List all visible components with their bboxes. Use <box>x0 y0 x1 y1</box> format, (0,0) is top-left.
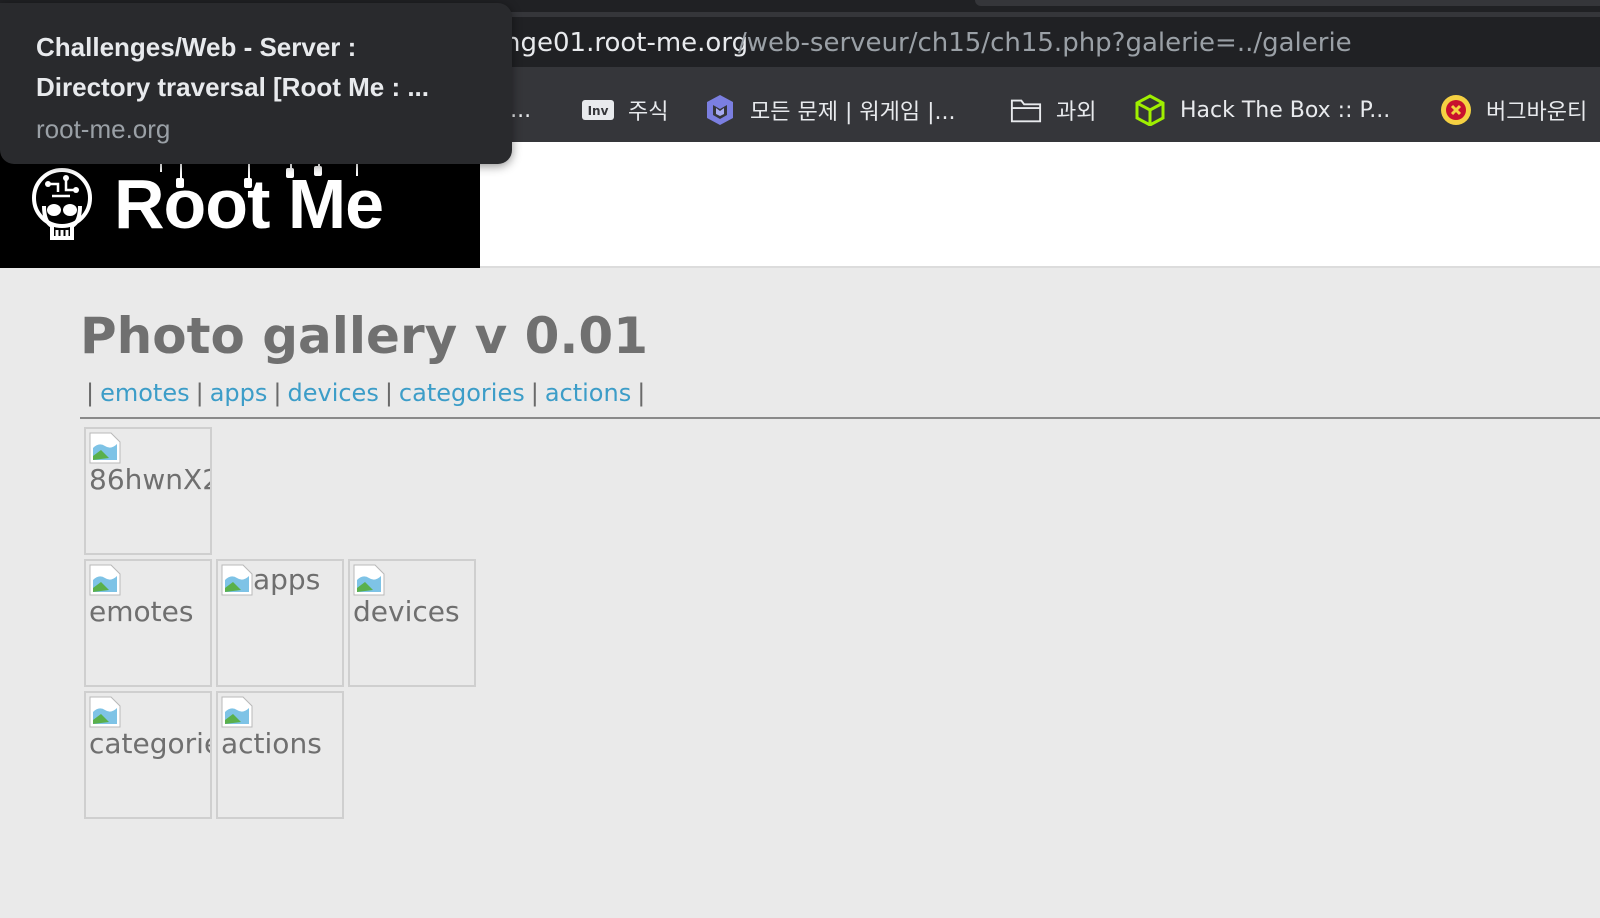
tooltip-host: root-me.org <box>36 114 171 144</box>
bookmark-label: 버그바운티 <box>1486 100 1588 125</box>
url-host: nge01.root-me.org <box>504 28 749 58</box>
page-title: Photo gallery v 0.01 <box>80 307 648 365</box>
wargame-logo-icon <box>704 94 736 126</box>
broken-image-icon <box>89 432 121 464</box>
broken-image-icon <box>89 696 121 728</box>
thumbnail-alt-text: emotes <box>89 595 194 628</box>
tooltip-title-line2: Directory traversal [Root Me : ... <box>36 72 429 102</box>
web-page: Root Me Photo gallery v 0.01 | emotes | app… <box>0 142 1600 918</box>
broken-image-icon <box>221 696 253 728</box>
nav-separator: | <box>530 379 539 407</box>
nav-link-categories[interactable]: categories <box>399 379 525 407</box>
thumbnail-categories[interactable]: categories <box>84 691 212 819</box>
thumbnail-emotes[interactable]: emotes <box>84 559 212 687</box>
thumbnail-alt-text: 86hwnX2 <box>89 463 212 496</box>
broken-image-icon <box>89 564 121 596</box>
tab-hover-tooltip: Challenges/Web - Server : Directory trav… <box>0 3 512 164</box>
thumbnail-alt-text: categories <box>89 727 210 760</box>
bookmark-bugbounty[interactable]: 버그바운티 <box>1440 82 1587 138</box>
thumbnail-alt-text: actions <box>221 727 322 760</box>
bookmark-label: 주식 <box>628 100 669 125</box>
logo-wordmark: Root Me <box>114 165 384 243</box>
tooltip-title-line1: Challenges/Web - Server : <box>36 32 357 62</box>
nav-separator: | <box>273 379 282 407</box>
thumbnail-actions[interactable]: actions <box>216 691 344 819</box>
bookmark-label: 과외 <box>1056 100 1097 125</box>
thumbnail-devices[interactable]: devices <box>348 559 476 687</box>
gallery-nav: | emotes | apps | devices | categories | actions | <box>86 378 651 408</box>
svg-text:Inv: Inv <box>588 104 609 118</box>
inv-icon: Inv <box>582 94 614 126</box>
nav-link-apps[interactable]: apps <box>210 379 268 407</box>
nav-link-actions[interactable]: actions <box>545 379 631 407</box>
hackthebox-cube-icon <box>1134 94 1166 126</box>
folder-icon <box>1010 94 1042 126</box>
nav-separator: | <box>637 379 646 407</box>
skull-icon <box>30 166 94 250</box>
nav-link-emotes[interactable]: emotes <box>100 379 190 407</box>
nav-separator: | <box>195 379 204 407</box>
nav-separator: | <box>86 379 95 407</box>
nav-divider <box>80 417 1600 419</box>
bookmark-wargame[interactable]: 모든 문제 | 워게임 |... <box>704 82 955 138</box>
thumbnail-apps[interactable]: apps <box>216 559 344 687</box>
broken-image-icon <box>353 564 385 596</box>
thumbnail-content: devices <box>353 564 474 685</box>
thumbnail-86hwnX2[interactable]: 86hwnX2 <box>84 427 212 555</box>
nav-separator: | <box>384 379 393 407</box>
nav-link-devices[interactable]: devices <box>287 379 378 407</box>
thumbnail-alt-text: apps <box>253 563 321 596</box>
bookmark-hackthebox[interactable]: Hack The Box :: P... <box>1134 82 1390 138</box>
tab-edge[interactable] <box>975 0 1600 6</box>
thumbnail-content: categories <box>89 696 210 817</box>
bookmark-label: Hack The Box :: P... <box>1180 97 1391 123</box>
url-path: /web-serveur/ch15/ch15.php?galerie=../ga… <box>738 28 1352 58</box>
thumbnail-content: actions <box>221 696 342 817</box>
thumbnail-content: apps <box>221 564 342 685</box>
thumbnail-content: emotes <box>89 564 210 685</box>
broken-image-icon <box>221 564 253 596</box>
bugbounty-shield-icon <box>1440 94 1472 126</box>
bookmark-folder[interactable]: 과외 <box>1010 82 1096 138</box>
thumbnail-content: 86hwnX2 <box>89 432 210 553</box>
thumbnail-alt-text: devices <box>353 595 460 628</box>
bookmark-stocks[interactable]: Inv 주식 <box>582 82 668 138</box>
bookmark-label: 모든 문제 | 워게임 |... <box>750 100 956 125</box>
